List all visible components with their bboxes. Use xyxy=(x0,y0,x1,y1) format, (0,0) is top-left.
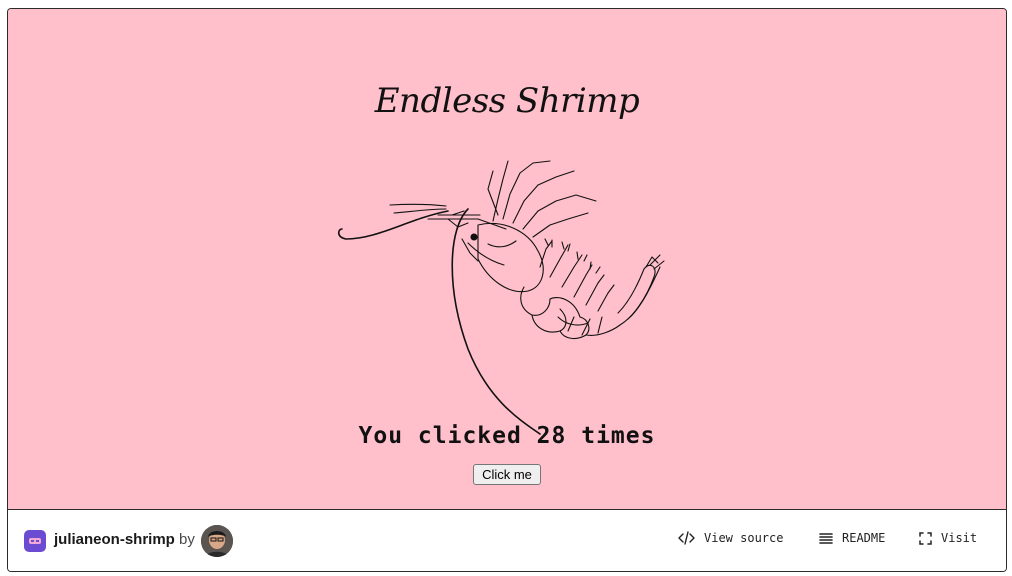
app-window: Endless Shrimp You clicked 28 times Clic… xyxy=(7,8,1007,572)
readme-icon xyxy=(819,532,833,544)
author-avatar[interactable] xyxy=(201,525,233,557)
click-counter: You clicked 28 times xyxy=(358,423,656,449)
by-label: by xyxy=(179,531,195,548)
project-icon[interactable] xyxy=(24,530,46,552)
shrimp-illustration[interactable] xyxy=(328,149,673,439)
view-source-label: View source xyxy=(704,531,784,545)
click-me-button[interactable]: Click me xyxy=(473,464,541,485)
page-title: Endless Shrimp xyxy=(374,81,640,121)
visit-link[interactable]: Visit xyxy=(919,531,977,545)
visit-label: Visit xyxy=(941,531,978,545)
project-footer: julianeon-shrimp by View source README V… xyxy=(8,511,1006,571)
code-icon xyxy=(678,531,695,545)
app-preview: Endless Shrimp You clicked 28 times Clic… xyxy=(8,9,1006,510)
expand-icon xyxy=(919,531,932,545)
readme-link[interactable]: README xyxy=(819,531,885,545)
view-source-link[interactable]: View source xyxy=(678,531,783,545)
readme-label: README xyxy=(842,531,886,545)
project-name-link[interactable]: julianeon-shrimp xyxy=(54,531,175,548)
